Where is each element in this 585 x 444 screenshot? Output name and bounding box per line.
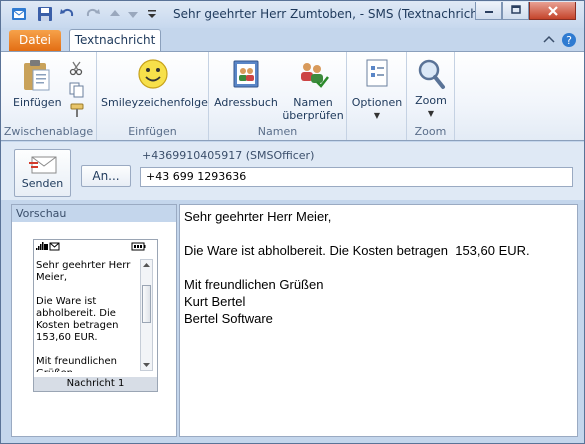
group-label-clipboard: Zwischenablage xyxy=(3,125,94,138)
check-names-label-line1: Namen xyxy=(293,96,333,109)
smiley-button[interactable]: Smileyzeichenfolge xyxy=(101,58,208,109)
paste-button[interactable]: Einfügen xyxy=(13,58,62,109)
ribbon: Einfügen Zwischenablage Smileyzeichenfol… xyxy=(1,51,584,141)
message-icon xyxy=(49,242,60,251)
arrow-up-icon[interactable] xyxy=(107,6,123,22)
sms-compose-window: Sehr geehrter Herr Zumtoben, - SMS (Text… xyxy=(0,0,585,444)
to-button[interactable]: An... xyxy=(81,165,131,187)
cut-icon[interactable] xyxy=(69,60,85,79)
outlook-app-icon[interactable] xyxy=(11,6,27,22)
check-names-button[interactable]: Namen überprüfen xyxy=(281,58,345,122)
ribbon-tab-row: Datei Textnachricht ? xyxy=(1,28,584,52)
phone-preview: Sehr geehrter Herr Meier, Die Ware ist a… xyxy=(33,239,158,392)
group-label-zoom: Zoom xyxy=(414,125,447,138)
send-sms-icon xyxy=(28,156,56,174)
tab-text-message[interactable]: Textnachricht xyxy=(69,29,161,52)
group-zoom: Zoom ▼ Zoom xyxy=(407,52,455,140)
preview-header: Vorschau xyxy=(12,205,176,222)
format-painter-icon[interactable] xyxy=(69,102,85,121)
phone-scrollbar[interactable] xyxy=(140,259,153,371)
ribbon-controls: ? xyxy=(542,32,578,51)
options-label: Optionen xyxy=(351,96,403,109)
send-button[interactable]: Senden xyxy=(14,149,71,197)
options-button[interactable]: Optionen ▼ xyxy=(349,58,405,122)
address-book-button[interactable]: Adressbuch xyxy=(213,58,279,109)
paste-label: Einfügen xyxy=(13,96,62,109)
send-label: Senden xyxy=(21,177,64,190)
svg-text:?: ? xyxy=(566,34,572,47)
group-label-names: Namen xyxy=(257,125,298,138)
phone-scroll-thumb[interactable] xyxy=(142,285,151,323)
zoom-dropdown-icon: ▼ xyxy=(427,109,435,118)
to-field[interactable]: +43 699 1293636 xyxy=(140,167,573,187)
smiley-icon xyxy=(138,59,168,89)
group-clipboard: Einfügen Zwischenablage xyxy=(1,52,97,140)
address-book-label: Adressbuch xyxy=(214,96,278,109)
compose-header: Senden An... +4369910405917 (SMSOfficer)… xyxy=(1,142,584,200)
group-names: Adressbuch Namen überprüfen Namen xyxy=(209,52,347,140)
preview-pane: Vorschau Sehr geehrter Herr Meier, Die W… xyxy=(11,204,177,437)
zoom-button[interactable]: Zoom ▼ xyxy=(409,58,453,120)
group-insert: Smileyzeichenfolge Einfügen xyxy=(97,52,209,140)
message-count: Nachricht 1 xyxy=(34,377,157,391)
address-book-icon xyxy=(233,60,259,88)
phone-status-bar xyxy=(34,240,157,252)
scroll-down-icon[interactable] xyxy=(141,361,152,369)
message-body[interactable]: Sehr geehrter Herr Meier, Die Ware ist a… xyxy=(179,204,578,437)
title-bar: Sehr geehrter Herr Zumtoben, - SMS (Text… xyxy=(1,1,584,28)
copy-icon[interactable] xyxy=(69,82,85,101)
magnifier-icon xyxy=(418,59,445,89)
battery-icon xyxy=(131,242,146,251)
group-label-insert: Einfügen xyxy=(128,125,177,138)
window-title: Sehr geehrter Herr Zumtoben, - SMS (Text… xyxy=(173,7,488,21)
options-icon xyxy=(366,59,388,87)
zoom-label: Zoom xyxy=(415,94,447,107)
help-icon[interactable]: ? xyxy=(562,33,576,47)
arrow-down-icon[interactable] xyxy=(125,6,141,22)
close-button[interactable] xyxy=(529,2,576,20)
scroll-up-icon[interactable] xyxy=(141,261,152,269)
clipboard-icon xyxy=(24,60,50,91)
signal-icon xyxy=(36,242,48,250)
minimize-button[interactable] xyxy=(475,2,502,20)
collapse-ribbon-icon[interactable] xyxy=(543,35,555,43)
phone-message-text: Sehr geehrter Herr Meier, Die Ware ist a… xyxy=(36,260,131,372)
options-dropdown-icon: ▼ xyxy=(373,111,381,120)
customize-toolbar-icon[interactable] xyxy=(144,6,156,22)
recipient-hint: +4369910405917 (SMSOfficer) xyxy=(142,149,315,162)
undo-icon[interactable] xyxy=(59,6,75,22)
save-icon[interactable] xyxy=(37,6,53,22)
check-names-icon xyxy=(301,63,329,88)
smiley-label: Smileyzeichenfolge xyxy=(101,96,208,109)
tab-file[interactable]: Datei xyxy=(9,30,61,52)
group-options: Optionen ▼ xyxy=(347,52,407,140)
check-names-label-line2: überprüfen xyxy=(282,109,344,122)
maximize-button[interactable] xyxy=(502,2,529,20)
redo-icon[interactable] xyxy=(85,6,101,22)
